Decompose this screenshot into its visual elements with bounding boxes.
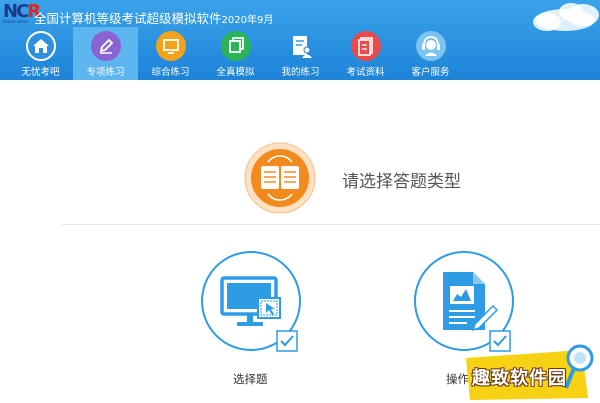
main-nav: 无忧考吧 专项练习 综合练习 全真模拟 我的练习 考试资料 客户服务	[8, 27, 463, 80]
nav-label: 无忧考吧	[21, 67, 60, 78]
title-bar: NCR Examination 全国计算机等级考试超级模拟软件2020年9月 无…	[0, 0, 600, 80]
copy-icon	[220, 31, 251, 61]
app-title: 全国计算机等级考试超级模拟软件2020年9月	[34, 8, 273, 27]
nav-label: 专项练习	[86, 67, 125, 78]
nav-label: 全真模拟	[216, 67, 255, 78]
checkbox-icon	[276, 330, 298, 352]
nav-label: 客户服务	[411, 67, 450, 78]
nav-label: 考试资料	[346, 67, 385, 78]
app-version: 2020年9月	[221, 15, 274, 26]
question-type-books-icon	[244, 142, 316, 214]
app-logo: NCR Examination	[3, 1, 41, 25]
choice-question-button[interactable]: 选择题	[200, 250, 310, 386]
watermark-text: 趣致软件园	[472, 368, 567, 389]
divider	[62, 224, 600, 225]
nav-label: 综合练习	[151, 67, 190, 78]
nav-label: 我的练习	[281, 67, 320, 78]
document-icon	[350, 31, 381, 61]
page-title: 请选择答题类型	[342, 172, 461, 192]
nav-item-customer-service[interactable]: 客户服务	[398, 27, 463, 80]
nav-item-my-practice[interactable]: 我的练习	[268, 27, 333, 80]
nav-item-comprehensive[interactable]: 综合练习	[138, 27, 203, 80]
logo-subtext: Examination	[3, 19, 29, 24]
app-title-text: 全国计算机等级考试超级模拟软件	[34, 11, 222, 26]
nav-item-home[interactable]: 无忧考吧	[8, 27, 73, 80]
nav-item-full-mock[interactable]: 全真模拟	[203, 27, 268, 80]
headset-icon	[415, 31, 446, 61]
user-doc-icon	[286, 31, 316, 61]
nav-item-exam-materials[interactable]: 考试资料	[333, 27, 398, 80]
monitor-icon	[155, 31, 186, 61]
nav-item-special-practice[interactable]: 专项练习	[73, 27, 138, 80]
choice-question-label: 选择题	[233, 372, 268, 386]
pencil-icon	[90, 31, 121, 61]
home-icon	[25, 31, 56, 61]
cloud-decoration	[533, 3, 599, 31]
